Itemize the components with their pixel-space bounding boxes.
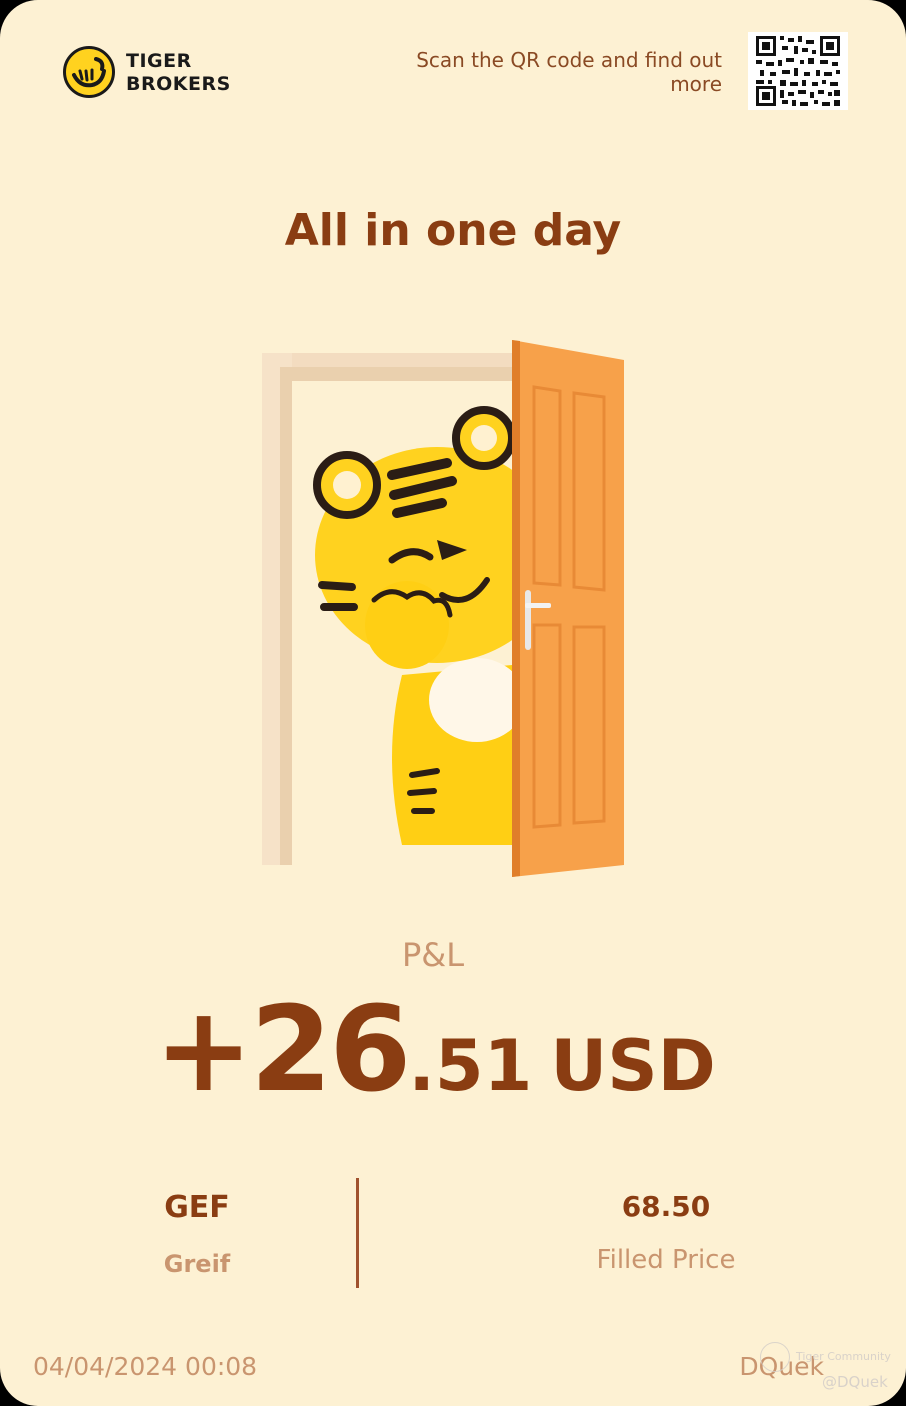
- filled-price-value: 68.50: [621, 1190, 711, 1223]
- tiger-community-icon: [760, 1342, 790, 1372]
- door: [512, 340, 624, 877]
- brand-line-1: TIGER: [126, 50, 192, 72]
- brand-line-2: BROKERS: [126, 73, 231, 95]
- timestamp: 04/04/2024 00:08: [33, 1352, 258, 1381]
- pnl-integer: +26: [154, 980, 411, 1118]
- pnl-label: P&L: [401, 936, 465, 974]
- watermark-line-2: @DQuek: [822, 1373, 888, 1391]
- pnl-decimal: .51: [408, 1025, 533, 1107]
- tiger-door-illustration: [262, 340, 624, 877]
- watermark-line-1: Tiger Community: [796, 1350, 891, 1363]
- brand-name: TIGER BROKERS: [126, 50, 231, 96]
- qr-code[interactable]: [748, 32, 848, 110]
- stock-name: Greif: [163, 1250, 231, 1278]
- divider: [356, 1178, 359, 1288]
- stock-ticker: GEF: [164, 1190, 230, 1225]
- share-card: TIGER BROKERS Scan the QR code and find …: [0, 0, 906, 1406]
- pnl-currency: USD: [550, 1025, 716, 1107]
- pnl-value: +26.51 USD: [0, 990, 870, 1108]
- scan-qr-text: Scan the QR code and find out more: [416, 48, 722, 96]
- filled-price-label: Filled Price: [596, 1245, 736, 1275]
- card-title: All in one day: [284, 205, 622, 256]
- watermark: Tiger Community @DQuek: [760, 1338, 900, 1398]
- tiger-brokers-logo-icon: [63, 46, 115, 98]
